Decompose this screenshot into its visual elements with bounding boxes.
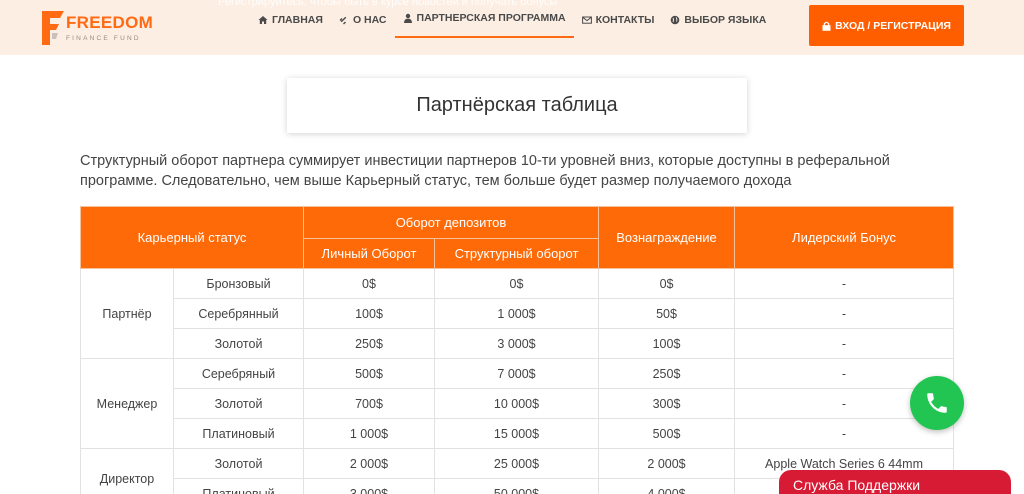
table-row: Партнёр Бронзовый 0$ 0$ 0$ - <box>80 268 955 359</box>
career-group-cell: Менеджер <box>80 358 174 449</box>
main-nav: ГЛАВНАЯ О НАС ПАРТНЕРСКАЯ ПРОГРАММА КОНТ… <box>250 0 774 40</box>
structural-cell: 25 000$ <box>433 448 600 479</box>
nav-home[interactable]: ГЛАВНАЯ <box>250 0 331 40</box>
logo-subtext: FINANCE FUND <box>66 35 141 42</box>
nav-about-label: О НАС <box>352 14 387 26</box>
nav-language-label: ВЫБОР ЯЗЫКА <box>684 14 767 26</box>
login-register-label: ВХОД / РЕГИСТРАЦИЯ <box>835 19 951 32</box>
header-structural-turnover: Структурный оборот <box>433 238 600 269</box>
support-chat-label: Служба Поддержки <box>793 477 921 493</box>
header-personal-turnover: Личный Оборот <box>303 238 435 269</box>
structural-cell: 7 000$ <box>433 358 600 389</box>
support-chat-button[interactable]: Служба Поддержки <box>779 470 1011 494</box>
personal-cell: 700$ <box>303 388 435 419</box>
personal-cell: 100$ <box>303 298 435 329</box>
reward-cell: 4 000$ <box>598 478 736 494</box>
structural-cell: 50 000$ <box>433 478 600 494</box>
structural-cell: 1 000$ <box>433 298 600 329</box>
reward-cell: 500$ <box>598 418 736 449</box>
envelope-icon <box>581 16 592 24</box>
globe-icon <box>671 15 680 25</box>
level-cell: Золотой <box>173 328 304 359</box>
level-cell: Платиновый <box>173 418 304 449</box>
nav-partner-label: ПАРТНЕРСКАЯ ПРОГРАММА <box>416 12 566 24</box>
reward-cell: 300$ <box>598 388 736 419</box>
site-logo[interactable]: FREEDOM FINANCE FUND <box>38 9 158 49</box>
reward-cell: 0$ <box>598 268 736 299</box>
level-cell: Платиновый <box>173 478 304 494</box>
phone-icon <box>927 393 947 413</box>
structural-cell: 10 000$ <box>433 388 600 419</box>
bonus-cell: - <box>734 268 955 299</box>
intro-paragraph: Структурный оборот партнера суммирует ин… <box>80 153 890 189</box>
call-button[interactable] <box>910 376 964 430</box>
career-group-cell: Директор <box>80 448 174 494</box>
level-cell: Золотой <box>173 448 304 479</box>
nav-contacts[interactable]: КОНТАКТЫ <box>574 0 663 40</box>
level-cell: Серебрянный <box>173 298 304 329</box>
page-title: Партнёрская таблица <box>416 94 618 116</box>
bonus-cell: - <box>734 298 955 329</box>
home-icon <box>258 16 268 24</box>
structural-cell: 0$ <box>433 268 600 299</box>
bonus-cell: - <box>734 328 955 359</box>
personal-cell: 500$ <box>303 358 435 389</box>
user-icon <box>403 13 412 23</box>
level-cell: Золотой <box>173 388 304 419</box>
page-title-card: Партнёрская таблица <box>287 78 747 133</box>
career-group-cell: Партнёр <box>80 268 174 359</box>
personal-cell: 250$ <box>303 328 435 359</box>
table-row: Золотой 250$ 3 000$ 100$ - <box>81 328 955 359</box>
nav-contacts-label: КОНТАКТЫ <box>595 14 655 26</box>
partner-table: Карьерный статус Оборот депозитов Вознаг… <box>80 206 955 494</box>
header-deposit-turnover: Оборот депозитов <box>302 206 600 239</box>
logo-text: FREEDOM <box>66 13 154 32</box>
link-icon <box>339 16 347 25</box>
nav-partner-program[interactable]: ПАРТНЕРСКАЯ ПРОГРАММА <box>394 0 574 38</box>
personal-cell: 2 000$ <box>303 448 435 479</box>
table-row: Платиновый 1 000$ 15 000$ 500$ - <box>81 418 955 449</box>
table-row: Серебрянный 100$ 1 000$ 50$ - <box>81 298 955 329</box>
reward-cell: 100$ <box>598 328 736 359</box>
personal-cell: 0$ <box>303 268 435 299</box>
reward-cell: 2 000$ <box>598 448 736 479</box>
top-navbar: FREEDOM FINANCE FUND Регистрируйтесь, чт… <box>0 0 1024 55</box>
header-career-status: Карьерный статус <box>80 206 304 269</box>
reward-cell: 50$ <box>598 298 736 329</box>
level-cell: Бронзовый <box>173 268 304 299</box>
personal-cell: 1 000$ <box>303 418 435 449</box>
nav-about[interactable]: О НАС <box>331 0 395 40</box>
structural-cell: 3 000$ <box>433 328 600 359</box>
lock-icon <box>822 21 831 31</box>
reward-cell: 250$ <box>598 358 736 389</box>
table-row: Менеджер Серебряный 500$ 7 000$ 250$ - <box>80 358 955 449</box>
table-row: Золотой 700$ 10 000$ 300$ - <box>81 388 955 419</box>
nav-home-label: ГЛАВНАЯ <box>272 14 323 26</box>
logo-icon <box>42 11 64 45</box>
header-leader-bonus: Лидерский Бонус <box>734 206 955 269</box>
personal-cell: 3 000$ <box>303 478 435 494</box>
login-register-button[interactable]: ВХОД / РЕГИСТРАЦИЯ <box>809 5 964 46</box>
header-reward: Вознаграждение <box>598 206 736 269</box>
level-cell: Серебряный <box>173 358 304 389</box>
nav-language[interactable]: ВЫБОР ЯЗЫКА <box>662 0 774 40</box>
structural-cell: 15 000$ <box>433 418 600 449</box>
